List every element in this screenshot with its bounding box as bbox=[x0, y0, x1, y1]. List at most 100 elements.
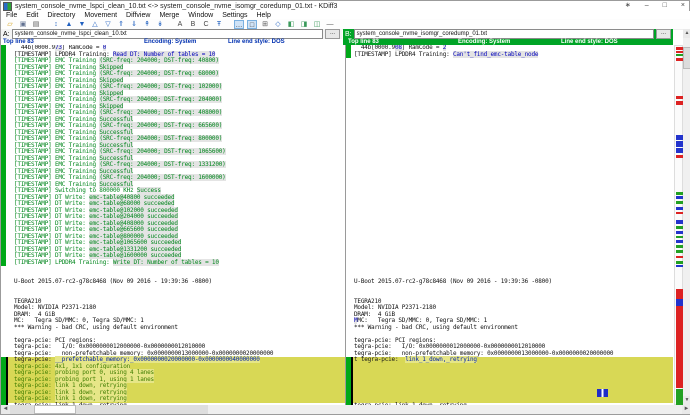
overview-mark bbox=[676, 148, 683, 153]
go-next-delta-icon[interactable]: ▽ bbox=[103, 20, 113, 29]
text-segment: emc-table@1065600 succeeded bbox=[89, 239, 182, 246]
text-segment: (SRC-freq: 204000; DST-freq: 102000) bbox=[99, 83, 223, 90]
horizontal-scrollbar[interactable]: ◄ ► bbox=[1, 405, 690, 414]
go-prev-delta-icon[interactable]: △ bbox=[90, 20, 100, 29]
file-selector-a: A: system_console_nvme_lspci_clean_10.tx… bbox=[1, 29, 342, 39]
app-icon bbox=[3, 1, 12, 11]
menu-directory[interactable]: Directory bbox=[47, 12, 75, 19]
file-selector-b: B: system_console_nvme_isomgr_coredump_0… bbox=[343, 29, 673, 39]
help-button[interactable]: ∗ bbox=[625, 1, 631, 11]
open-file-icon[interactable]: ▱ bbox=[5, 20, 15, 29]
browse-a-button[interactable]: ... bbox=[325, 29, 340, 39]
maximize-button[interactable]: □ bbox=[663, 1, 667, 11]
kdiff3-window: system_console_nvme_lspci_clean_10.txt <… bbox=[0, 0, 690, 415]
menu-merge[interactable]: Merge bbox=[159, 12, 179, 19]
overview-mark bbox=[676, 265, 683, 267]
diff-indicator-strip bbox=[346, 45, 351, 58]
scroll-left-icon[interactable]: ◄ bbox=[1, 405, 10, 414]
current-diff-marker bbox=[351, 357, 353, 405]
menu-file[interactable]: File bbox=[6, 12, 17, 19]
scroll-up-icon[interactable]: ▲ bbox=[683, 29, 690, 38]
text-segment: U-Boot 2015.07-rc2-g78c8468 (Nov 09 2016… bbox=[14, 278, 212, 285]
menu-window[interactable]: Window bbox=[188, 12, 213, 19]
overview-mark bbox=[676, 236, 683, 238]
overview-mark bbox=[676, 212, 683, 214]
title-bar[interactable]: system_console_nvme_lspci_clean_10.txt <… bbox=[1, 1, 689, 11]
overview-mark bbox=[676, 54, 683, 56]
overview-mark bbox=[676, 220, 683, 224]
overview-mark bbox=[676, 141, 683, 147]
go-next-conflict-icon[interactable]: ⇓ bbox=[129, 20, 139, 29]
menu-edit[interactable]: Edit bbox=[26, 12, 38, 19]
show-space-chars-icon[interactable]: □ bbox=[247, 19, 257, 29]
overview-mark bbox=[676, 155, 683, 158]
go-current-delta-icon[interactable]: ↕ bbox=[51, 20, 61, 29]
overview-mark bbox=[676, 101, 683, 105]
diff-overview-column[interactable] bbox=[674, 45, 683, 405]
window-layout-1-icon[interactable]: ◧ bbox=[286, 20, 296, 29]
text-segment: (SRC-freq: 204000; DST-freq: 68000) bbox=[99, 70, 219, 77]
text-segment: Success bbox=[136, 187, 161, 194]
scroll-right-icon[interactable]: ► bbox=[682, 405, 690, 414]
select-line-c-button[interactable]: C bbox=[201, 20, 211, 29]
text-segment: [TIMESTAMP] LPDDR4 Training: bbox=[14, 258, 113, 266]
line-numbers-icon[interactable]: ⊞ bbox=[260, 20, 270, 29]
go-prev-conflict-icon[interactable]: ⇑ bbox=[116, 20, 126, 29]
overview-mark bbox=[676, 256, 683, 258]
select-line-b-button[interactable]: B bbox=[188, 20, 198, 29]
text-segment: link 1 down, retrying bbox=[54, 382, 127, 389]
horizontal-scroll-thumb[interactable] bbox=[34, 405, 76, 414]
overview-mark bbox=[676, 201, 683, 204]
show-whitespace-icon[interactable]: … bbox=[234, 19, 244, 29]
window-layout-2-icon[interactable]: ◨ bbox=[299, 20, 309, 29]
text-segment: probing port 0, using 4 lanes bbox=[54, 369, 154, 376]
menu-settings[interactable]: Settings bbox=[222, 12, 247, 19]
window-layout-3-icon[interactable]: ◫ bbox=[312, 20, 322, 29]
go-last-delta-icon[interactable]: ▼ bbox=[77, 20, 87, 29]
scroll-down-icon[interactable]: ▼ bbox=[683, 396, 690, 405]
diff-indicator-strip bbox=[1, 45, 6, 266]
text-segment: emc-table@68000 succeeded bbox=[89, 200, 175, 207]
go-next-unsolved-conflict-icon[interactable]: ↡ bbox=[155, 20, 165, 29]
close-button[interactable]: × bbox=[681, 1, 685, 11]
go-first-delta-icon[interactable]: ▲ bbox=[64, 20, 74, 29]
minimize-button[interactable]: – bbox=[645, 1, 649, 11]
overview-mark bbox=[676, 250, 683, 253]
overview-mark bbox=[676, 207, 683, 210]
vertical-scrollbar[interactable]: ▲ ▼ bbox=[683, 29, 690, 405]
statusbar-toggle-icon[interactable]: — bbox=[325, 20, 335, 29]
text-segment: *** Warning - bad CRC, using default env… bbox=[14, 323, 178, 331]
text-segment: *** Warning - bad CRC, using default env… bbox=[354, 323, 518, 331]
overview-mark bbox=[676, 51, 683, 53]
diff-pane-a[interactable]: 44b[0000.973] RamCode = 0 [TIMESTAMP] LPD… bbox=[1, 45, 346, 405]
file-a-input[interactable]: system_console_nvme_lspci_clean_10.txt bbox=[11, 29, 323, 39]
overview-mark bbox=[676, 389, 683, 405]
menu-help[interactable]: Help bbox=[256, 12, 270, 19]
print-icon[interactable]: ▤ bbox=[31, 20, 41, 29]
diff-pane-b[interactable]: 44b[0000.908] RamCode = 2 [TIMESTAMP] LPD… bbox=[346, 45, 673, 405]
text-segment: t tegra-pcie: bbox=[354, 356, 406, 363]
overview-mark bbox=[676, 245, 683, 248]
overview-mark bbox=[676, 226, 683, 229]
browse-b-button[interactable]: ... bbox=[656, 29, 671, 39]
window-title: system_console_nvme_lspci_clean_10.txt <… bbox=[15, 2, 338, 10]
show-identical-ranges-icon[interactable]: ◇ bbox=[273, 20, 283, 29]
save-icon[interactable]: ▣ bbox=[18, 20, 28, 29]
current-diff-marker bbox=[6, 357, 8, 405]
menu-movement[interactable]: Movement bbox=[84, 12, 117, 19]
overview-mark bbox=[676, 240, 683, 243]
text-segment: [TIMESTAMP] LPDDR4 Training: bbox=[354, 50, 453, 58]
file-a-label: A: bbox=[3, 30, 10, 38]
caret-artifact bbox=[597, 389, 608, 397]
text-segment: emc-table@665600 succeeded bbox=[89, 226, 178, 233]
menu-diffview[interactable]: Diffview bbox=[126, 12, 150, 19]
go-prev-unsolved-conflict-icon[interactable]: ↟ bbox=[142, 20, 152, 29]
text-segment: (SRC-freq: 204000; DST-freq: 1065600) bbox=[99, 148, 226, 155]
select-line-a-button[interactable]: A bbox=[175, 20, 185, 29]
overview-mark bbox=[676, 58, 683, 61]
auto-advance-icon[interactable]: Ŧ bbox=[214, 20, 224, 29]
file-b-input[interactable]: system_console_nvme_isomgr_coredump_01.t… bbox=[353, 29, 654, 39]
text-segment: (SRC-freq: 204000; DST-freq: 408000) bbox=[99, 109, 223, 116]
overview-mark bbox=[676, 47, 683, 50]
vertical-scroll-thumb[interactable] bbox=[683, 47, 690, 69]
